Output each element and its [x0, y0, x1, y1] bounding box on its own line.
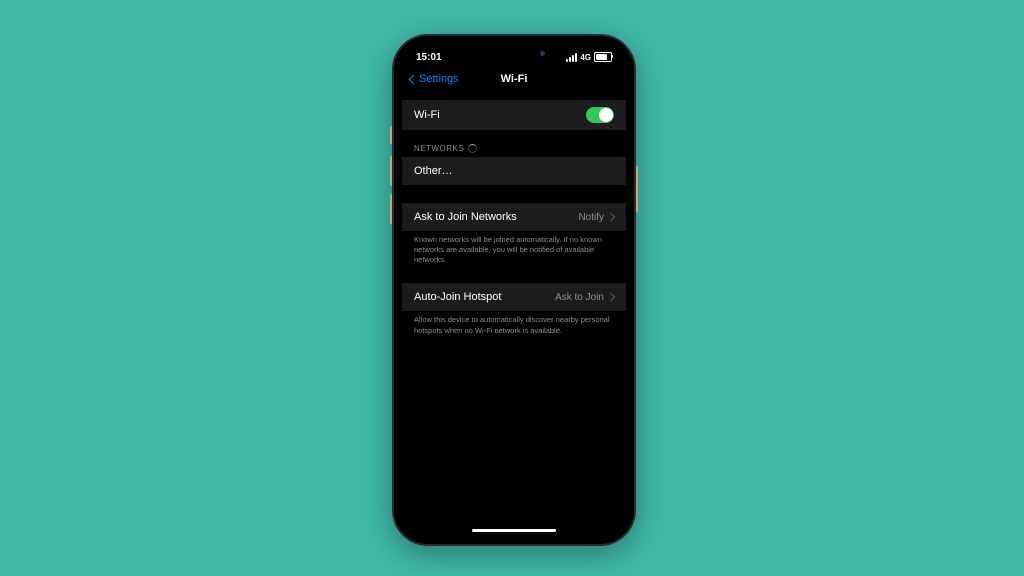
home-indicator[interactable] — [472, 529, 556, 532]
spinner-icon — [468, 144, 477, 153]
status-right: 4G — [566, 52, 612, 62]
content: Wi-Fi NETWORKS Other… Ask to Join Networ… — [402, 92, 626, 336]
phone-frame: 15:01 4G Settings Wi-Fi Wi-Fi N — [392, 34, 636, 546]
power-button — [636, 166, 638, 212]
auto-hotspot-label: Auto-Join Hotspot — [414, 291, 501, 303]
auto-hotspot-row[interactable]: Auto-Join Hotspot Ask to Join — [402, 283, 626, 311]
wifi-toggle-group: Wi-Fi — [402, 100, 626, 130]
screen: 15:01 4G Settings Wi-Fi Wi-Fi N — [402, 44, 626, 536]
networks-header-label: NETWORKS — [414, 144, 464, 153]
wifi-toggle-row[interactable]: Wi-Fi — [402, 100, 626, 130]
ask-join-label: Ask to Join Networks — [414, 211, 517, 223]
networks-header: NETWORKS — [402, 130, 626, 157]
auto-hotspot-footer: Allow this device to automatically disco… — [402, 311, 626, 335]
mute-switch — [390, 126, 392, 144]
other-network-row[interactable]: Other… — [402, 157, 626, 185]
networks-group: Other… — [402, 157, 626, 185]
back-label: Settings — [419, 73, 459, 85]
status-time: 15:01 — [416, 52, 442, 63]
auto-hotspot-value: Ask to Join — [555, 292, 604, 303]
battery-icon — [594, 52, 612, 62]
other-label: Other… — [414, 165, 453, 177]
volume-down — [390, 194, 392, 224]
chevron-right-icon — [607, 213, 615, 221]
chevron-left-icon — [409, 74, 419, 84]
ask-join-footer: Known networks will be joined automatica… — [402, 231, 626, 265]
network-label: 4G — [580, 53, 591, 62]
volume-up — [390, 156, 392, 186]
notch — [459, 44, 569, 64]
ask-join-row[interactable]: Ask to Join Networks Notify — [402, 203, 626, 231]
wifi-toggle[interactable] — [586, 107, 614, 123]
ask-join-group: Ask to Join Networks Notify — [402, 203, 626, 231]
nav-bar: Settings Wi-Fi — [402, 66, 626, 92]
wifi-label: Wi-Fi — [414, 109, 440, 121]
auto-hotspot-group: Auto-Join Hotspot Ask to Join — [402, 283, 626, 311]
back-button[interactable]: Settings — [410, 73, 459, 85]
chevron-right-icon — [607, 293, 615, 301]
ask-join-value: Notify — [578, 212, 604, 223]
